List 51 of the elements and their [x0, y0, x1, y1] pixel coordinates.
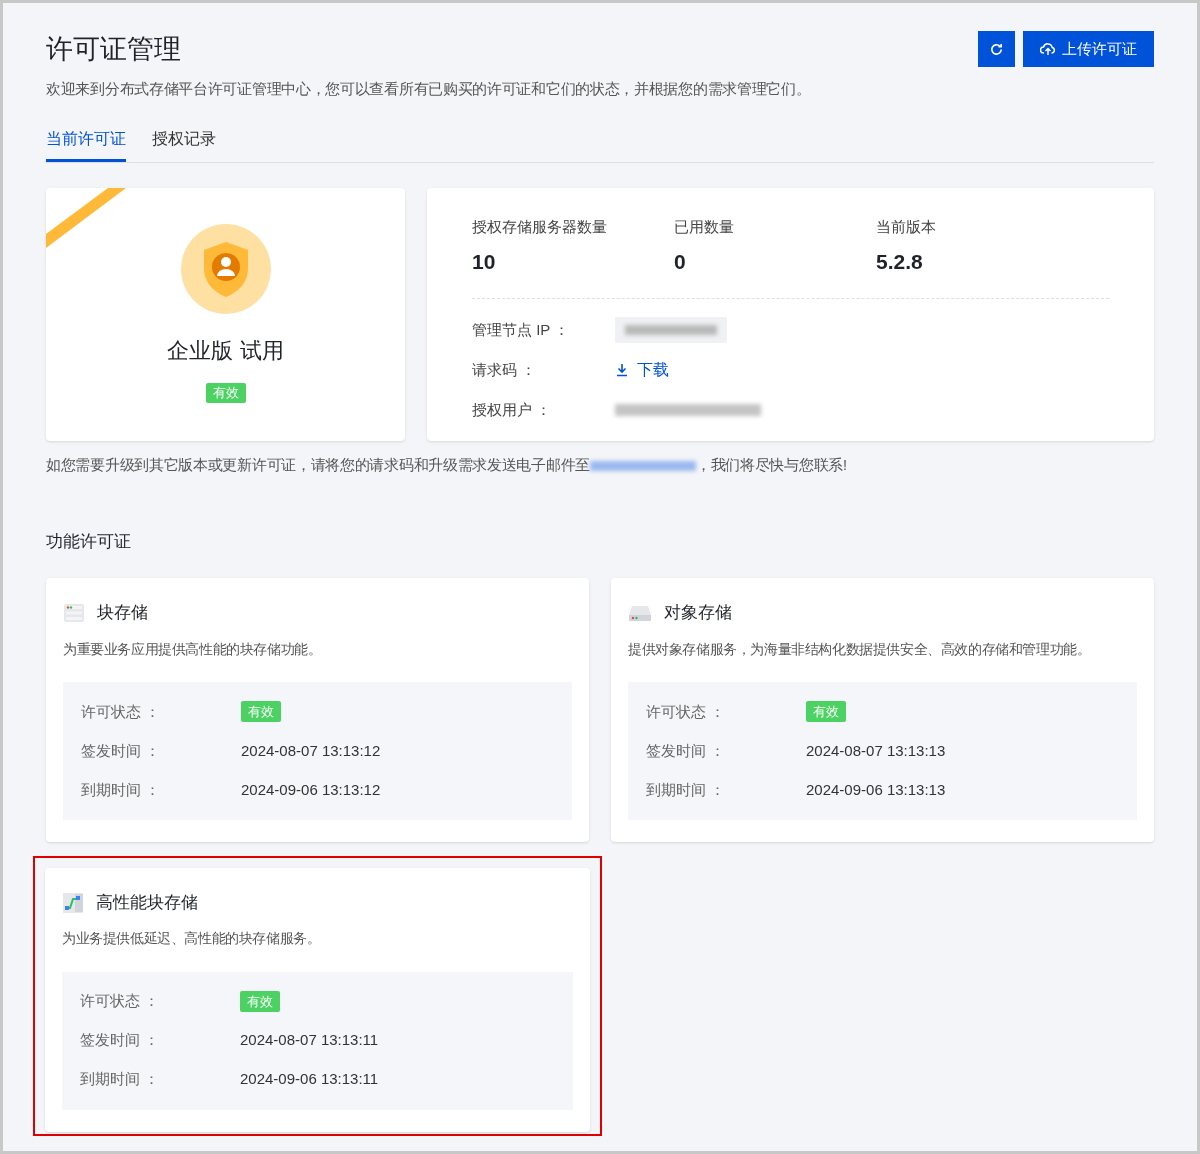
section-title: 功能许可证 [46, 530, 132, 553]
detail-label: 授权用户 ： [472, 399, 553, 420]
feature-name: 高性能块存储 [96, 891, 198, 914]
detail-label: 到期时间 ： [646, 779, 727, 800]
refresh-button[interactable] [978, 31, 1015, 67]
detail-label: 签发时间 ： [80, 1030, 161, 1051]
notice-text: ，我们将尽快与您联系! [695, 455, 847, 475]
detail-label: 签发时间 ： [81, 740, 162, 761]
detail-label: 管理节点 IP ： [472, 319, 571, 340]
detail-label: 许可状态 ： [646, 701, 727, 722]
download-link[interactable]: 下载 [615, 357, 669, 382]
feature-description: 提供对象存储服务，为海量非结构化数据提供安全、高效的存储和管理功能。 [628, 640, 1092, 659]
server-rack-icon [63, 601, 85, 624]
feature-description: 为业务提供低延迟、高性能的块存储服务。 [62, 930, 322, 949]
detail-label: 签发时间 ： [646, 740, 727, 761]
feature-name: 块存储 [97, 602, 148, 624]
stat-label: 当前版本 [876, 216, 937, 237]
tab[interactable]: 授权记录 [152, 126, 216, 162]
detail-value: 2024-09-06 13:13:11 [240, 1069, 379, 1090]
transfer-icon [62, 891, 84, 914]
feature-description: 为重要业务应用提供高性能的块存储功能。 [63, 640, 323, 659]
page-description: 欢迎来到分布式存储平台许可证管理中心，您可以查看所有已购买的许可证和它们的状态，并根据您的需求管理它们。 [46, 80, 811, 99]
page-title: 许可证管理 [46, 33, 182, 66]
refresh-icon [989, 41, 1004, 57]
detail-label: 到期时间 ： [81, 779, 162, 800]
upload-license-button[interactable]: 上传许可证 [1023, 31, 1154, 67]
shield-user-icon [180, 223, 271, 314]
upload-cloud-icon [1040, 42, 1056, 56]
status-badge: 有效 [806, 701, 846, 723]
detail-value: 2024-08-07 13:13:12 [241, 740, 381, 761]
status-badge: 有效 [205, 382, 246, 403]
stat-label: 授权存储服务器数量 [472, 216, 608, 237]
notice-text: 如您需要升级到其它版本或更新许可证，请将您的请求码和升级需求发送电子邮件至 [46, 455, 590, 475]
stat-label: 已用数量 [674, 216, 735, 237]
detail-value: 2024-09-06 13:13:12 [241, 779, 381, 800]
detail-label: 请求码 ： [472, 359, 538, 380]
stat-value: 10 [472, 249, 497, 276]
status-badge: 有效 [241, 701, 281, 723]
edition-name: 企业版 试用 [167, 336, 284, 365]
detail-value: 2024-09-06 13:13:13 [806, 779, 946, 800]
detail-label: 许可状态 ： [80, 991, 161, 1012]
detail-value: 2024-08-07 13:13:11 [240, 1030, 379, 1051]
download-icon [615, 362, 629, 377]
detail-label: 到期时间 ： [80, 1069, 161, 1090]
stat-value: 5.2.8 [876, 249, 924, 276]
feature-name: 对象存储 [664, 602, 732, 624]
detail-value: 2024-08-07 13:13:13 [806, 740, 946, 761]
tab[interactable]: 当前许可证 [46, 126, 126, 162]
stat-value: 0 [674, 249, 687, 276]
status-badge: 有效 [240, 991, 280, 1012]
detail-label: 许可状态 ： [81, 701, 162, 722]
